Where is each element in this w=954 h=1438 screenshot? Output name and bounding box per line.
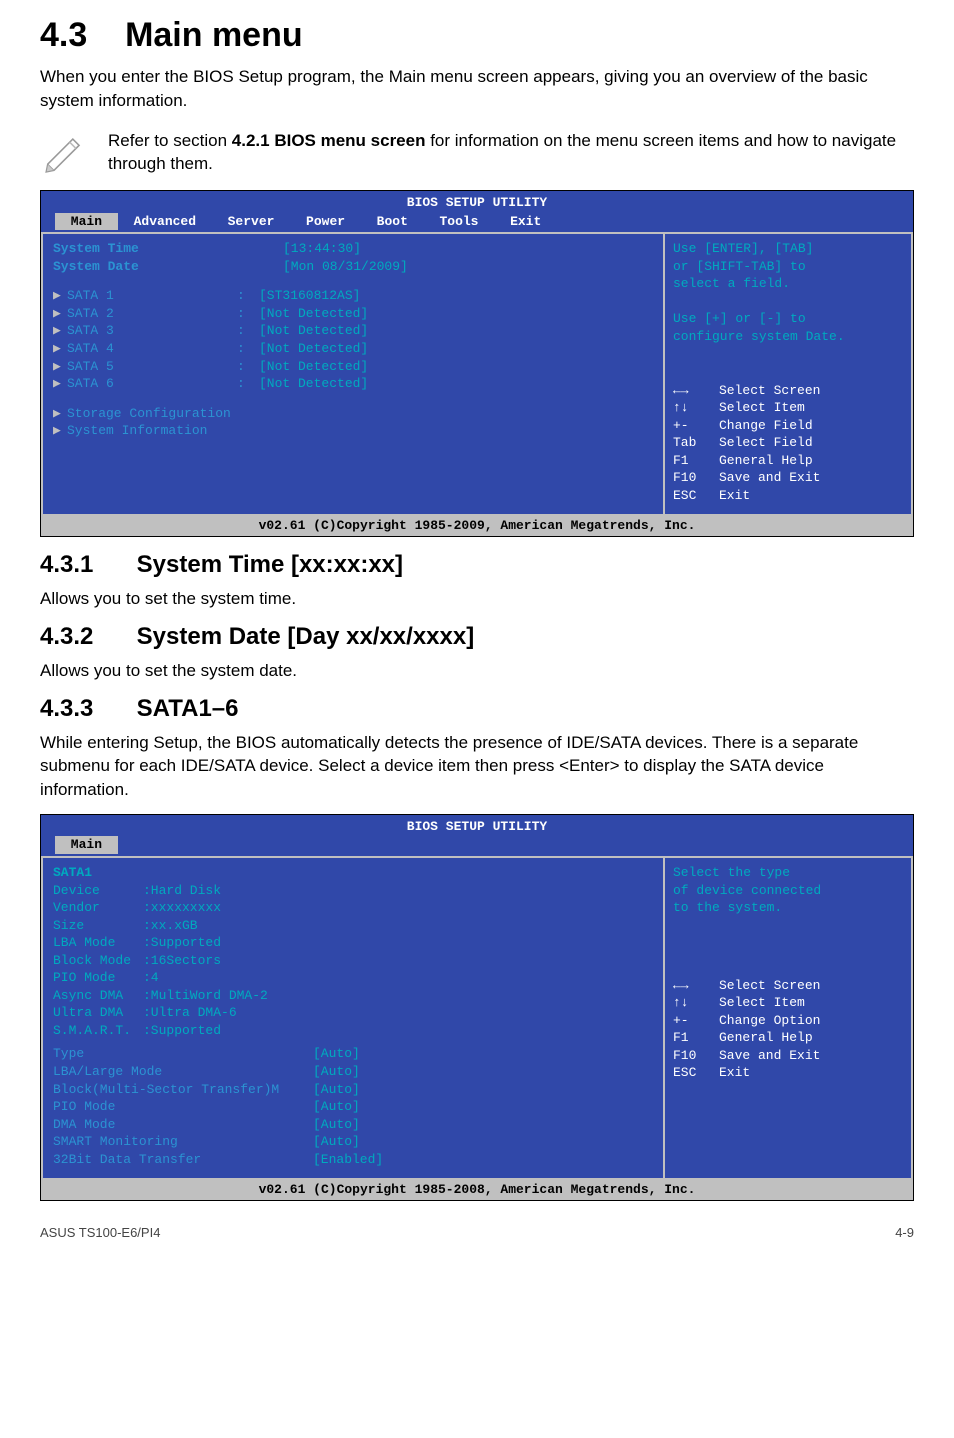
- help-text-line: of device connected: [673, 882, 903, 900]
- legend-row: +-Change Field: [673, 417, 903, 435]
- section-heading: 4.3.2 System Date [Day xx/xx/xxxx]: [40, 623, 914, 651]
- pencil-icon: [40, 125, 90, 175]
- bios-setting[interactable]: Block(Multi-Sector Transfer)M[Auto]: [53, 1081, 653, 1099]
- heading-num: 4.3: [40, 16, 87, 54]
- section-heading: 4.3.1 System Time [xx:xx:xx]: [40, 551, 914, 579]
- bios-left-pane: SATA1 Device:Hard DiskVendor:xxxxxxxxxSi…: [41, 856, 663, 1180]
- bios-setting[interactable]: SMART Monitoring[Auto]: [53, 1133, 653, 1151]
- triangle-icon: ▶: [53, 340, 67, 358]
- bios-field[interactable]: System Time[13:44:30]: [53, 240, 653, 258]
- info-line: PIO Mode:4: [53, 969, 653, 987]
- legend-row: TabSelect Field: [673, 434, 903, 452]
- note-text: Refer to section 4.2.1 BIOS menu screen …: [108, 125, 914, 177]
- note-block: Refer to section 4.2.1 BIOS menu screen …: [40, 125, 914, 177]
- bios-sata-screen: BIOS SETUP UTILITY Main SATA1 Device:Har…: [40, 814, 914, 1201]
- legend-row: ←→Select Screen: [673, 382, 903, 400]
- legend-row: F10Save and Exit: [673, 469, 903, 487]
- bios-main-screen: BIOS SETUP UTILITY Main Advanced Server …: [40, 190, 914, 537]
- help-text-line: Use [ENTER], [TAB]: [673, 240, 903, 258]
- bios-sata-item[interactable]: ▶SATA 4:[Not Detected]: [53, 340, 653, 358]
- bios-tab-bar: Main Advanced Server Power Boot Tools Ex…: [41, 213, 913, 233]
- help-text-line: to the system.: [673, 899, 903, 917]
- bios-submenu[interactable]: ▶Storage Configuration: [53, 405, 653, 423]
- help-text-line: select a field.: [673, 275, 903, 293]
- bios-sata-item[interactable]: ▶SATA 3:[Not Detected]: [53, 322, 653, 340]
- bios-tab-tools[interactable]: Tools: [424, 213, 495, 231]
- bios-sata-item[interactable]: ▶SATA 1:[ST3160812AS]: [53, 287, 653, 305]
- bios-tab-server[interactable]: Server: [212, 213, 290, 231]
- intro-text: When you enter the BIOS Setup program, t…: [40, 65, 914, 113]
- legend-row: ESCExit: [673, 487, 903, 505]
- legend-row: F10Save and Exit: [673, 1047, 903, 1065]
- bios-left-pane: System Time[13:44:30]System Date[Mon 08/…: [41, 232, 663, 516]
- bios-setting[interactable]: LBA/Large Mode[Auto]: [53, 1063, 653, 1081]
- section-body: Allows you to set the system time.: [40, 587, 914, 611]
- bios-tab-advanced[interactable]: Advanced: [118, 213, 212, 231]
- bios-tab-main[interactable]: Main: [55, 836, 118, 854]
- legend-row: +-Change Option: [673, 1012, 903, 1030]
- triangle-icon: ▶: [53, 375, 67, 393]
- bios-right-pane: Select the typeof device connectedto the…: [663, 856, 913, 1180]
- bios-setting[interactable]: PIO Mode[Auto]: [53, 1098, 653, 1116]
- bios-tab-boot[interactable]: Boot: [361, 213, 424, 231]
- bios-sata-item[interactable]: ▶SATA 2:[Not Detected]: [53, 305, 653, 323]
- bios-field[interactable]: System Date[Mon 08/31/2009]: [53, 258, 653, 276]
- info-line: Vendor:xxxxxxxxx: [53, 899, 653, 917]
- info-line: Ultra DMA:Ultra DMA-6: [53, 1004, 653, 1022]
- bios-tab-bar: Main: [41, 836, 913, 856]
- sata-header: SATA1: [53, 864, 653, 882]
- note-prefix: Refer to section: [108, 131, 232, 150]
- info-line: Size:xx.xGB: [53, 917, 653, 935]
- triangle-icon: ▶: [53, 287, 67, 305]
- info-line: S.M.A.R.T.:Supported: [53, 1022, 653, 1040]
- triangle-icon: ▶: [53, 305, 67, 323]
- note-bold: 4.2.1 BIOS menu screen: [232, 131, 426, 150]
- help-text-line: Use [+] or [-] to: [673, 310, 903, 328]
- section-body: Allows you to set the system date.: [40, 659, 914, 683]
- bios-title: BIOS SETUP UTILITY: [41, 191, 913, 213]
- bios-footer: v02.61 (C)Copyright 1985-2009, American …: [41, 516, 913, 536]
- bios-tab-exit[interactable]: Exit: [494, 213, 557, 231]
- page-heading: 4.3 Main menu: [40, 16, 914, 55]
- bios-setting[interactable]: 32Bit Data Transfer[Enabled]: [53, 1151, 653, 1169]
- legend-row: F1General Help: [673, 1029, 903, 1047]
- help-text-line: [673, 293, 903, 311]
- heading-title: Main menu: [125, 16, 303, 54]
- help-text-line: configure system Date.: [673, 328, 903, 346]
- triangle-icon: ▶: [53, 322, 67, 340]
- bios-submenu[interactable]: ▶System Information: [53, 422, 653, 440]
- section-heading: 4.3.3 SATA1–6: [40, 695, 914, 723]
- legend-row: ↑↓Select Item: [673, 994, 903, 1012]
- bios-title: BIOS SETUP UTILITY: [41, 815, 913, 837]
- triangle-icon: ▶: [53, 358, 67, 376]
- help-text-line: or [SHIFT-TAB] to: [673, 258, 903, 276]
- bios-sata-item[interactable]: ▶SATA 5:[Not Detected]: [53, 358, 653, 376]
- bios-setting[interactable]: Type[Auto]: [53, 1045, 653, 1063]
- bios-tab-power[interactable]: Power: [290, 213, 361, 231]
- bios-setting[interactable]: DMA Mode[Auto]: [53, 1116, 653, 1134]
- section-body: While entering Setup, the BIOS automatic…: [40, 731, 914, 802]
- help-text-line: Select the type: [673, 864, 903, 882]
- bios-sata-item[interactable]: ▶SATA 6:[Not Detected]: [53, 375, 653, 393]
- triangle-icon: ▶: [53, 422, 67, 440]
- legend-row: ESCExit: [673, 1064, 903, 1082]
- info-line: Block Mode:16Sectors: [53, 952, 653, 970]
- footer-left: ASUS TS100-E6/PI4: [40, 1225, 160, 1240]
- legend-row: ↑↓Select Item: [673, 399, 903, 417]
- legend-row: ←→Select Screen: [673, 977, 903, 995]
- bios-tab-main[interactable]: Main: [55, 213, 118, 231]
- footer-right: 4-9: [895, 1225, 914, 1240]
- bios-right-pane: Use [ENTER], [TAB]or [SHIFT-TAB] toselec…: [663, 232, 913, 516]
- bios-footer: v02.61 (C)Copyright 1985-2008, American …: [41, 1180, 913, 1200]
- info-line: Device:Hard Disk: [53, 882, 653, 900]
- info-line: Async DMA:MultiWord DMA-2: [53, 987, 653, 1005]
- triangle-icon: ▶: [53, 405, 67, 423]
- info-line: LBA Mode:Supported: [53, 934, 653, 952]
- page-footer: ASUS TS100-E6/PI4 4-9: [40, 1225, 914, 1254]
- legend-row: F1General Help: [673, 452, 903, 470]
